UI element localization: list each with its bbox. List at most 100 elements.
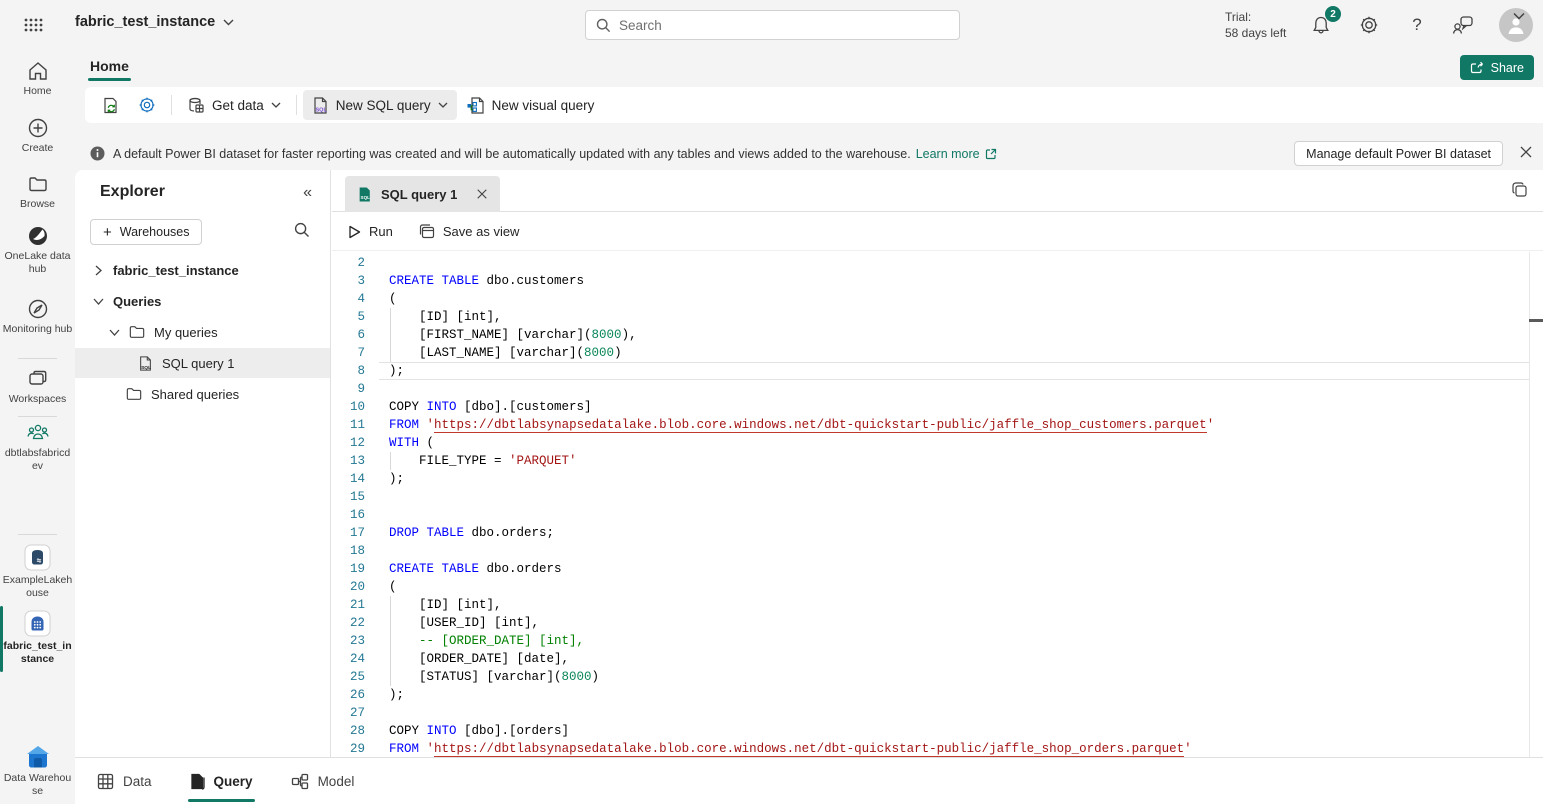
code-line-9[interactable]: 9 — [332, 380, 1543, 398]
line-number: 4 — [332, 290, 365, 308]
editor-tab-label: SQL query 1 — [381, 187, 457, 202]
model-diagram-icon — [291, 773, 309, 790]
command-bar-expand-icon[interactable] — [1513, 12, 1525, 20]
code-line-10[interactable]: 10COPY INTO [dbo].[customers] — [332, 398, 1543, 416]
save-as-view-button[interactable]: Save as view — [419, 224, 520, 239]
code-line-2[interactable]: 2 — [332, 254, 1543, 272]
rail-item-monitoring-hub[interactable]: Monitoring hub — [0, 298, 75, 336]
new-visual-query-button[interactable]: New visual query — [457, 90, 604, 120]
settings-button[interactable] — [129, 90, 165, 120]
new-visual-query-label: New visual query — [492, 98, 595, 113]
sql-code-editor[interactable]: 23CREATE TABLE dbo.customers4(5 [ID] [in… — [332, 252, 1543, 757]
line-number: 24 — [332, 650, 365, 668]
trial-label: Trial: — [1225, 9, 1286, 25]
save-as-view-label: Save as view — [443, 224, 520, 239]
search-input[interactable] — [619, 18, 949, 33]
code-line-11[interactable]: 11FROM 'https://dbtlabsynapsedatalake.bl… — [332, 416, 1543, 434]
code-line-12[interactable]: 12WITH ( — [332, 434, 1543, 452]
code-line-24[interactable]: 24 [ORDER_DATE] [date], — [332, 650, 1543, 668]
code-line-27[interactable]: 27 — [332, 704, 1543, 722]
line-number: 2 — [332, 254, 365, 272]
app-launcher-icon[interactable] — [23, 15, 43, 35]
toolbar-divider — [296, 95, 297, 115]
code-line-5[interactable]: 5 [ID] [int], — [332, 308, 1543, 326]
line-number: 7 — [332, 344, 365, 362]
run-button[interactable]: Run — [348, 224, 393, 239]
code-line-25[interactable]: 25 [STATUS] [varchar](8000) — [332, 668, 1543, 686]
learn-more-link[interactable]: Learn more — [916, 147, 980, 161]
view-tab-query[interactable]: Query — [188, 758, 255, 804]
get-data-button[interactable]: Get data — [178, 90, 290, 120]
banner-close-icon[interactable] — [1519, 145, 1533, 159]
code-line-14[interactable]: 14); — [332, 470, 1543, 488]
sql-tab-icon: SQL — [357, 186, 372, 203]
rail-item-dbtlabsfabricdev[interactable]: dbtlabsfabricdev — [0, 422, 75, 473]
line-number: 28 — [332, 722, 365, 740]
line-number: 10 — [332, 398, 365, 416]
view-tab-model[interactable]: Model — [289, 758, 357, 804]
code-line-29[interactable]: 29FROM 'https://dbtlabsynapsedatalake.bl… — [332, 740, 1543, 757]
code-line-13[interactable]: 13 FILE_TYPE = 'PARQUET' — [332, 452, 1543, 470]
tab-close-icon[interactable] — [476, 188, 488, 200]
line-number: 3 — [332, 272, 365, 290]
code-line-4[interactable]: 4( — [332, 290, 1543, 308]
code-line-16[interactable]: 16 — [332, 506, 1543, 524]
rail-item-workspaces[interactable]: Workspaces — [0, 368, 75, 406]
code-line-3[interactable]: 3CREATE TABLE dbo.customers — [332, 272, 1543, 290]
rail-item-home[interactable]: Home — [0, 60, 75, 98]
external-link-icon — [985, 148, 997, 160]
folder-icon — [126, 387, 142, 401]
tree-item-my-queries[interactable]: My queries — [75, 317, 330, 347]
code-line-6[interactable]: 6 [FIRST_NAME] [varchar](8000), — [332, 326, 1543, 344]
code-line-23[interactable]: 23 -- [ORDER_DATE] [int], — [332, 632, 1543, 650]
code-line-17[interactable]: 17DROP TABLE dbo.orders; — [332, 524, 1543, 542]
code-line-18[interactable]: 18 — [332, 542, 1543, 560]
rail-item-data-warehouse[interactable]: Data Warehouse — [0, 745, 75, 798]
share-button[interactable]: Share — [1460, 55, 1534, 80]
rail-item-onelake-data-hub[interactable]: OneLake data hub — [0, 225, 75, 276]
editor-tab-row: SQL SQL query 1 — [332, 170, 1543, 212]
line-number: 6 — [332, 326, 365, 344]
add-warehouses-button[interactable]: + Warehouses — [90, 219, 202, 245]
rail-item-fabric-test-instance[interactable]: fabric_test_instance — [0, 610, 75, 666]
code-line-21[interactable]: 21 [ID] [int], — [332, 596, 1543, 614]
rail-item-create[interactable]: Create — [0, 117, 75, 155]
collapse-panel-icon[interactable]: « — [303, 184, 312, 202]
left-navigation-rail: Home Create Browse OneLake data hub Moni… — [0, 50, 75, 804]
manage-dataset-button[interactable]: Manage default Power BI dataset — [1294, 141, 1503, 166]
code-line-19[interactable]: 19CREATE TABLE dbo.orders — [332, 560, 1543, 578]
view-tab-data[interactable]: Data — [95, 758, 154, 804]
code-line-7[interactable]: 7 [LAST_NAME] [varchar](8000) — [332, 344, 1543, 362]
global-search[interactable] — [585, 10, 960, 40]
workspace-switcher[interactable]: fabric_test_instance — [75, 14, 234, 30]
line-number: 8 — [332, 362, 365, 380]
data-warehouse-icon — [0, 745, 75, 769]
code-line-20[interactable]: 20( — [332, 578, 1543, 596]
tree-item-warehouse[interactable]: fabric_test_instance — [75, 255, 330, 285]
code-line-15[interactable]: 15 — [332, 488, 1543, 506]
tab-home[interactable]: Home — [82, 54, 137, 83]
editor-tab-sql-query-1[interactable]: SQL SQL query 1 — [345, 176, 500, 212]
refresh-script-button[interactable] — [93, 90, 129, 120]
code-line-28[interactable]: 28COPY INTO [dbo].[orders] — [332, 722, 1543, 740]
feedback-icon[interactable] — [1451, 13, 1475, 37]
rail-item-examplelakehouse[interactable]: ExampleLakehouse — [0, 544, 75, 600]
rail-item-browse[interactable]: Browse — [0, 173, 75, 211]
settings-gear-icon[interactable] — [1357, 13, 1381, 37]
code-line-8[interactable]: 8); — [332, 362, 1543, 380]
code-line-26[interactable]: 26); — [332, 686, 1543, 704]
new-sql-query-button[interactable]: SQL New SQL query — [303, 90, 457, 120]
tree-item-sql-query-1[interactable]: SQL SQL query 1 — [75, 348, 330, 378]
explorer-search-icon[interactable] — [294, 222, 310, 238]
tree-item-queries[interactable]: Queries — [75, 286, 330, 316]
line-number: 19 — [332, 560, 365, 578]
editor-scrollbar[interactable] — [1529, 252, 1530, 757]
copy-icon[interactable] — [1511, 181, 1529, 199]
visual-query-icon — [466, 96, 485, 115]
explorer-title: Explorer — [100, 183, 165, 201]
tree-item-shared-queries[interactable]: Shared queries — [75, 379, 330, 409]
help-icon[interactable]: ? — [1405, 13, 1429, 37]
query-editor: SQL SQL query 1 Run Save as view 23CREAT… — [332, 170, 1543, 757]
code-line-22[interactable]: 22 [USER_ID] [int], — [332, 614, 1543, 632]
query-document-icon — [190, 773, 205, 790]
